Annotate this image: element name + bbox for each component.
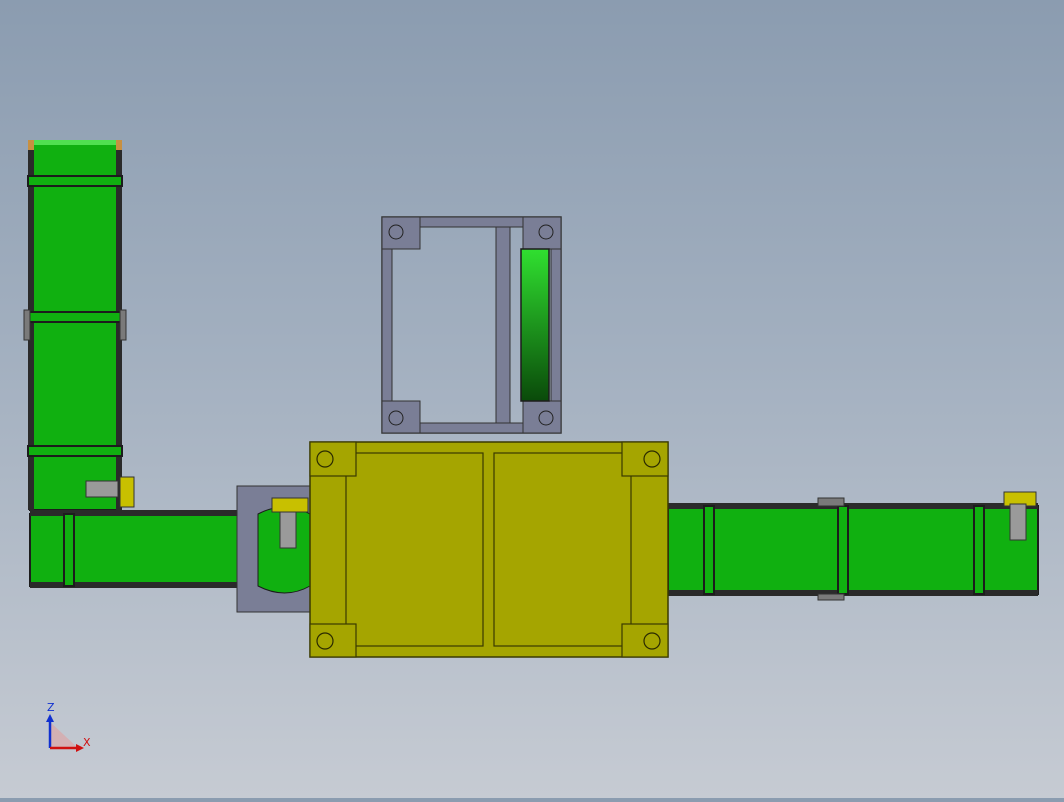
drive-motor-mount — [271, 497, 309, 513]
bolt-hole — [316, 450, 334, 468]
vertical-crossbar — [27, 311, 123, 323]
bolt-hole — [538, 224, 554, 240]
right-conveyor-bracket — [817, 497, 845, 507]
sensor-mount — [119, 476, 135, 508]
fixture-inner-post — [495, 226, 511, 424]
drive-plate[interactable] — [236, 485, 314, 613]
side-bracket — [23, 309, 31, 341]
green-roller[interactable] — [520, 248, 550, 402]
vertical-crossbar — [27, 175, 123, 187]
model-view[interactable]: Z X — [0, 0, 1064, 798]
cad-viewport[interactable]: Z X — [0, 0, 1064, 798]
right-conveyor-crossbar — [837, 505, 849, 595]
side-bracket — [119, 309, 127, 341]
z-axis-label: Z — [47, 701, 55, 714]
bolt-hole — [538, 410, 554, 426]
bolt-hole — [388, 410, 404, 426]
right-conveyor-crossbar — [973, 505, 985, 595]
vertical-conveyor-top-edge — [34, 140, 116, 145]
bolt-hole — [643, 632, 661, 650]
bolt-hole — [388, 224, 404, 240]
corner-cap — [28, 140, 34, 150]
housing-panel-right — [493, 452, 632, 647]
left-conveyor-crossbar — [63, 513, 75, 587]
coordinate-triad: Z X — [46, 701, 91, 752]
triad-shadow — [50, 722, 78, 748]
vertical-crossbar — [27, 445, 123, 457]
right-conveyor-bracket — [817, 593, 845, 601]
right-conveyor-crossbar — [703, 505, 715, 595]
z-axis-arrow — [46, 714, 54, 722]
top-fixture[interactable] — [381, 216, 562, 434]
bolt-hole — [643, 450, 661, 468]
vertical-conveyor[interactable] — [23, 140, 135, 511]
x-axis-label: X — [83, 736, 91, 749]
central-housing[interactable] — [309, 441, 669, 658]
corner-cap — [116, 140, 122, 150]
drive-motor-cylinder[interactable] — [279, 511, 297, 549]
end-motor-cylinder[interactable] — [1009, 503, 1027, 541]
bolt-hole — [316, 632, 334, 650]
housing-panel-left — [345, 452, 484, 647]
sensor-cylinder[interactable] — [85, 480, 119, 498]
right-horizontal-conveyor[interactable] — [667, 491, 1039, 601]
